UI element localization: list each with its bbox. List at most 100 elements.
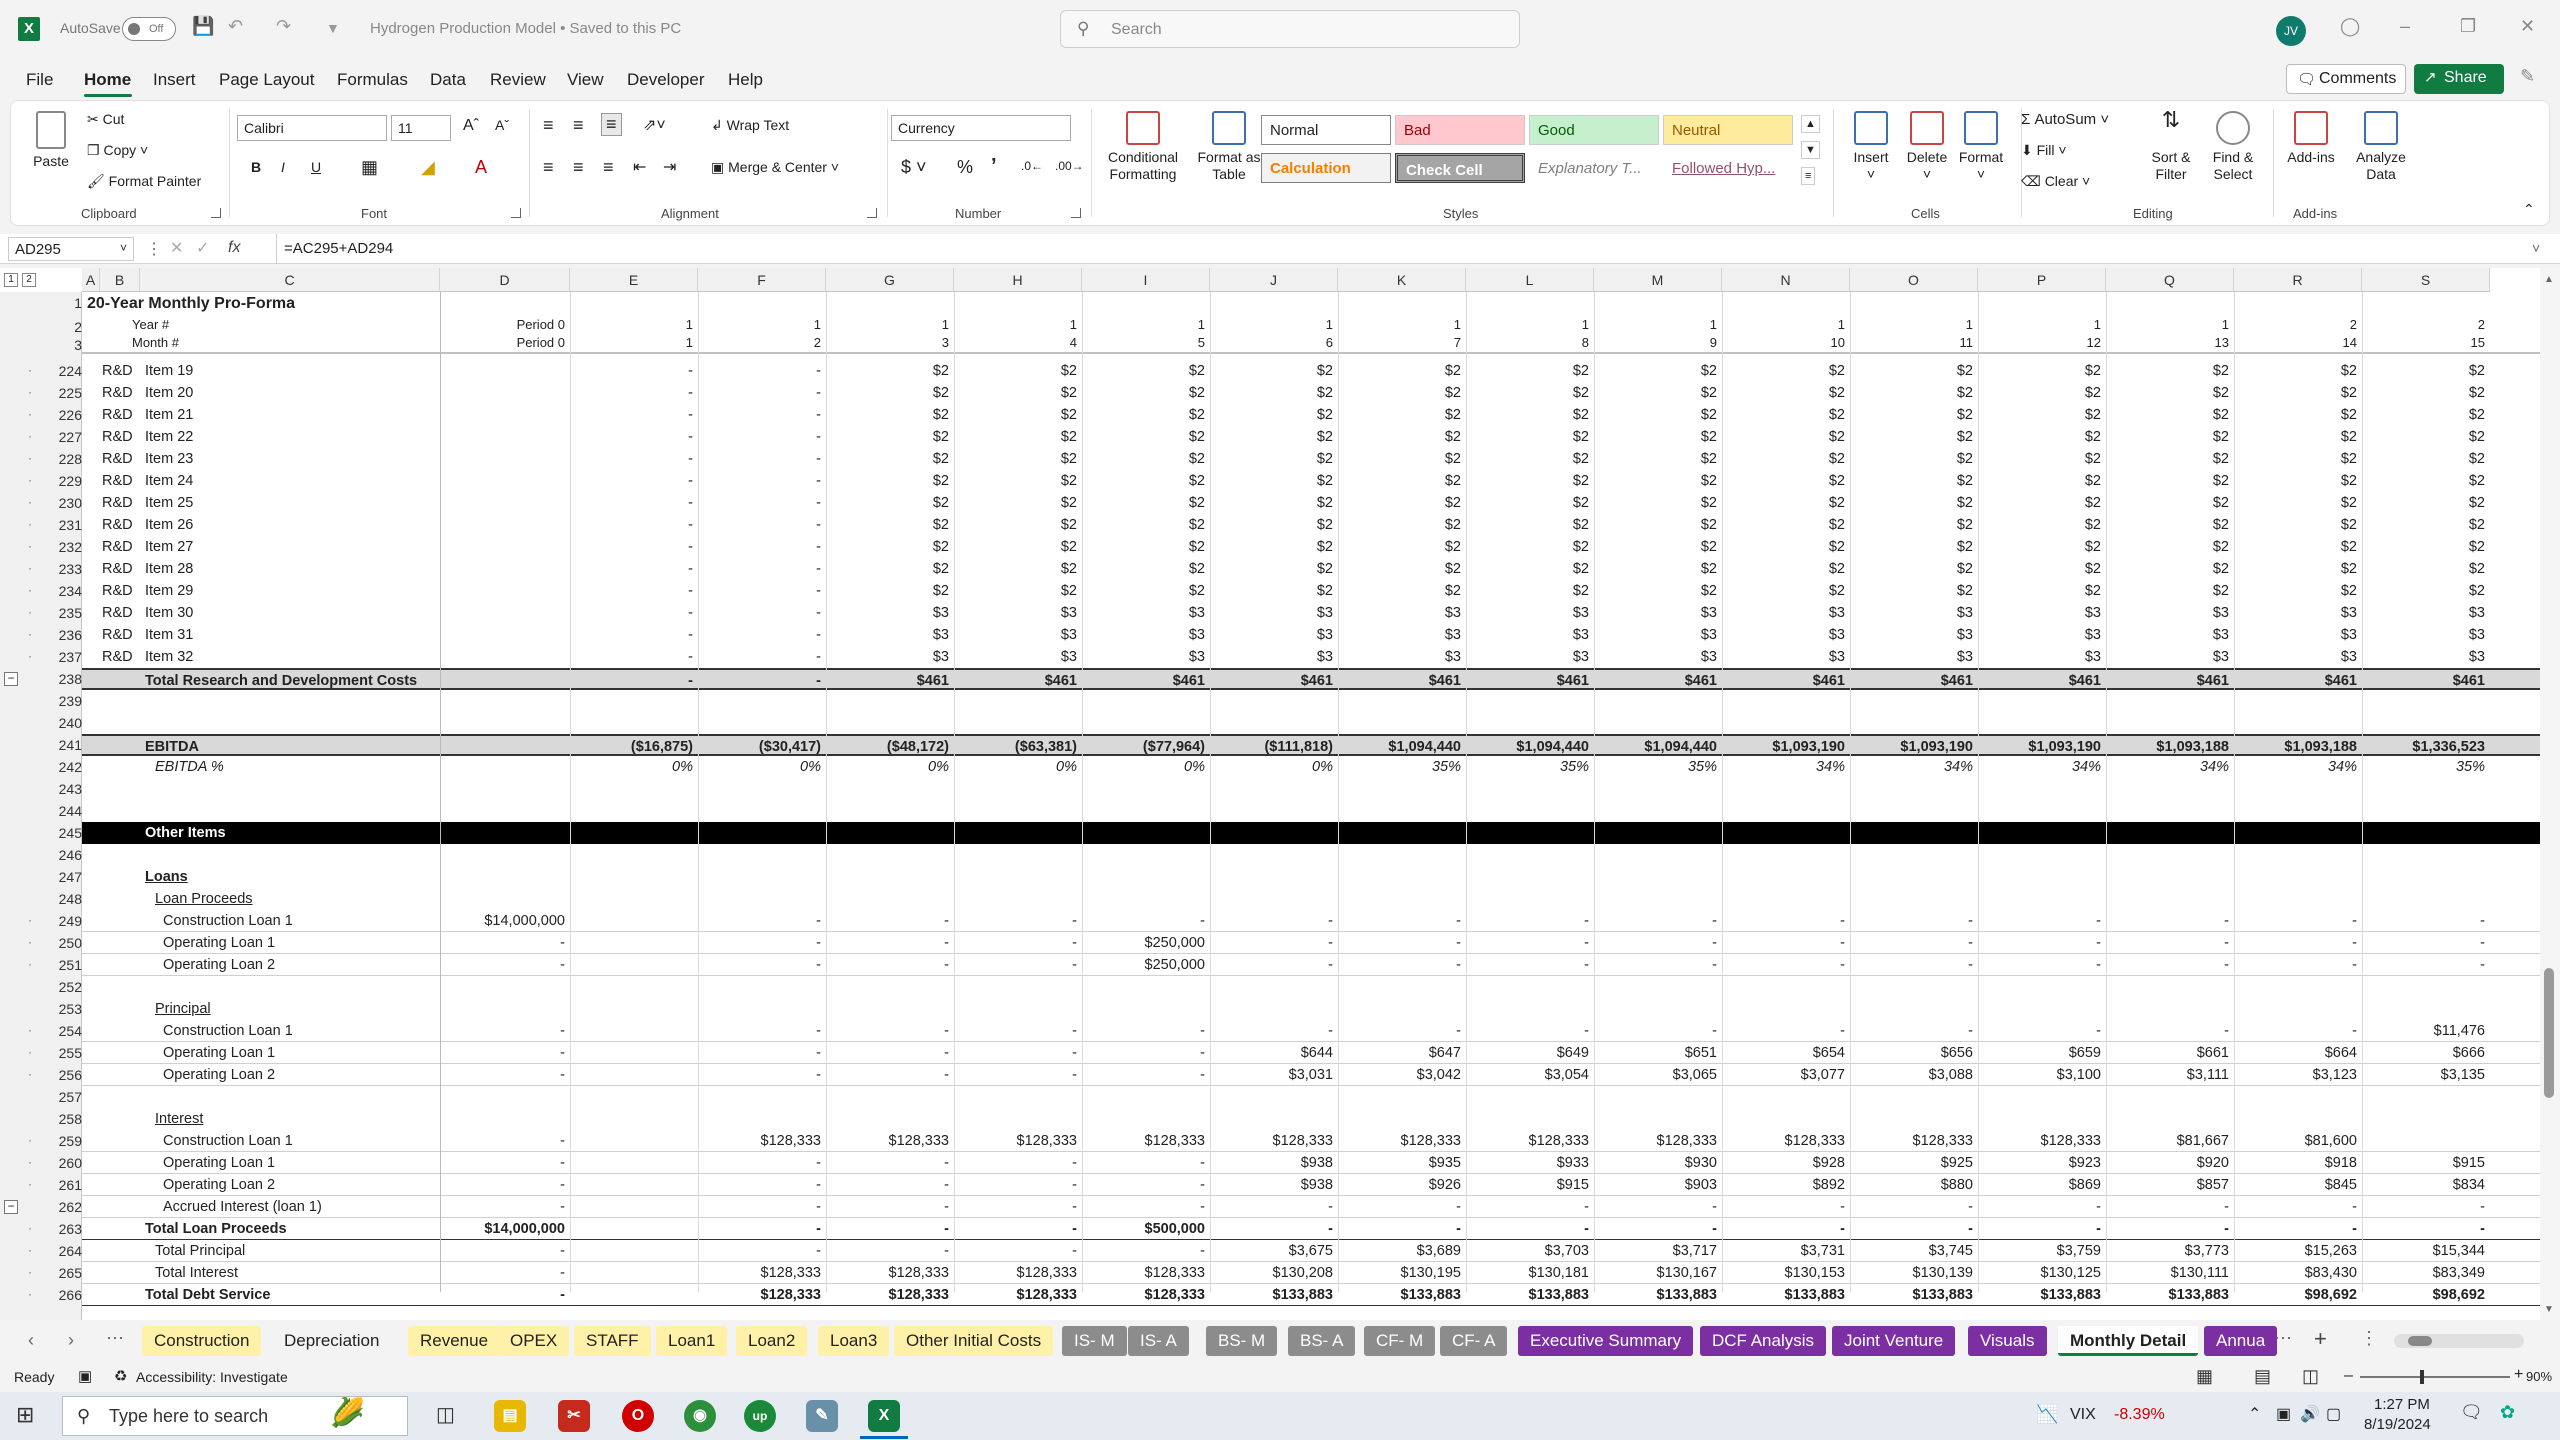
value-cell[interactable]: 35%	[1466, 756, 1594, 778]
value-cell[interactable]: $2	[1722, 426, 1850, 448]
value-cell[interactable]: -	[698, 1174, 826, 1195]
windows-start-icon[interactable]: ⊞	[16, 1402, 34, 1428]
value-cell[interactable]: $1,094,440	[1338, 736, 1466, 755]
period-index-cell[interactable]: 1	[1466, 316, 1594, 334]
row-label[interactable]: Total Principal	[140, 1240, 440, 1261]
value-cell[interactable]: -	[570, 382, 698, 404]
row-header[interactable]: 226	[46, 404, 82, 426]
value-cell[interactable]: $133,883	[1210, 1284, 1338, 1305]
row-header[interactable]: 249	[46, 910, 82, 932]
column-header-b[interactable]: B	[100, 268, 140, 292]
sheet-tab-bs-m[interactable]: BS- M	[1206, 1326, 1278, 1356]
row-label[interactable]: Operating Loan 1	[140, 932, 440, 953]
notifications-icon[interactable]: 🗨	[2460, 1402, 2483, 1423]
value-cell[interactable]: $2	[1722, 580, 1850, 602]
value-cell[interactable]: $2	[826, 426, 954, 448]
value-cell[interactable]: $2	[1850, 470, 1978, 492]
value-cell[interactable]: $2	[1466, 360, 1594, 382]
row-header[interactable]: 238	[46, 668, 82, 690]
value-cell[interactable]: -	[1978, 1196, 2106, 1217]
period-index-cell[interactable]: 2	[2234, 316, 2362, 334]
value-cell[interactable]: $2	[1594, 426, 1722, 448]
value-cell[interactable]: $2	[1978, 382, 2106, 404]
value-cell[interactable]: $2	[2362, 514, 2490, 536]
alignment-launcher-icon[interactable]	[867, 208, 877, 218]
row-header[interactable]: 261	[46, 1174, 82, 1196]
value-cell[interactable]: $461	[1850, 670, 1978, 689]
value-cell[interactable]: $2	[1210, 426, 1338, 448]
value-cell[interactable]: $128,333	[1722, 1130, 1850, 1151]
value-cell[interactable]: ($63,381)	[954, 736, 1082, 755]
value-cell[interactable]: $2	[1210, 558, 1338, 580]
value-cell[interactable]: 35%	[1594, 756, 1722, 778]
value-cell[interactable]: $845	[2234, 1174, 2362, 1195]
value-cell[interactable]: $659	[1978, 1042, 2106, 1063]
copilot-icon[interactable]: ✿	[2500, 1402, 2515, 1423]
value-cell[interactable]: -	[1338, 932, 1466, 953]
minimize-icon[interactable]: –	[2400, 16, 2410, 37]
value-cell[interactable]: $3	[1722, 602, 1850, 624]
value-cell[interactable]: $664	[2234, 1042, 2362, 1063]
category-cell[interactable]: R&D	[100, 382, 140, 404]
category-cell[interactable]: R&D	[100, 624, 140, 646]
value-cell[interactable]: $2	[1466, 558, 1594, 580]
network-icon[interactable]: ▣	[2276, 1404, 2291, 1424]
sheet-options-icon[interactable]: ⋮	[2360, 1328, 2378, 1349]
value-cell[interactable]: $3	[1978, 646, 2106, 668]
value-cell[interactable]: $647	[1338, 1042, 1466, 1063]
category-cell[interactable]: R&D	[100, 580, 140, 602]
value-cell[interactable]: $3,100	[1978, 1064, 2106, 1085]
period-0-label[interactable]: Period 0	[440, 334, 570, 352]
value-cell[interactable]: -	[1338, 1218, 1466, 1239]
value-cell[interactable]: -	[570, 360, 698, 382]
value-cell[interactable]: $2	[1338, 536, 1466, 558]
value-cell[interactable]: -	[570, 670, 698, 689]
category-cell[interactable]: R&D	[100, 470, 140, 492]
value-cell[interactable]: -	[1594, 1020, 1722, 1041]
sheet-tab-visuals[interactable]: Visuals	[1968, 1326, 2047, 1356]
value-cell[interactable]: $98,692	[2234, 1284, 2362, 1305]
value-cell[interactable]: -	[1210, 954, 1338, 975]
value-cell[interactable]: $3	[826, 624, 954, 646]
value-cell[interactable]: -	[2362, 1196, 2490, 1217]
value-cell[interactable]: $3,054	[1466, 1064, 1594, 1085]
enter-icon[interactable]: ✓	[196, 238, 209, 258]
value-cell[interactable]: -	[1466, 1196, 1594, 1217]
row-label[interactable]: Item 32	[140, 646, 440, 668]
value-cell[interactable]: $3	[1466, 624, 1594, 646]
value-cell[interactable]: $3,731	[1722, 1240, 1850, 1261]
value-cell[interactable]: $915	[1466, 1174, 1594, 1195]
value-cell[interactable]: $903	[1594, 1174, 1722, 1195]
value-cell[interactable]: -	[1082, 1174, 1210, 1195]
value-cell[interactable]: -	[570, 624, 698, 646]
value-cell[interactable]: $2	[826, 492, 954, 514]
period-0-value[interactable]: $14,000,000	[440, 1218, 570, 1239]
value-cell[interactable]: $2	[1594, 558, 1722, 580]
align-middle-icon[interactable]: ≡	[573, 115, 584, 136]
category-cell[interactable]: R&D	[100, 426, 140, 448]
row-label[interactable]: Item 22	[140, 426, 440, 448]
display-icon[interactable]: ▢	[2326, 1404, 2341, 1424]
format-cells-button[interactable]: Format ˅	[1953, 111, 2009, 183]
value-cell[interactable]: $2	[1722, 448, 1850, 470]
value-cell[interactable]: $2	[1338, 558, 1466, 580]
value-cell[interactable]: $2	[1082, 558, 1210, 580]
value-cell[interactable]: $2	[1210, 404, 1338, 426]
value-cell[interactable]: -	[1722, 954, 1850, 975]
value-cell[interactable]: $461	[2234, 670, 2362, 689]
period-index-cell[interactable]: 1	[570, 334, 698, 352]
value-cell[interactable]: 0%	[1210, 756, 1338, 778]
value-cell[interactable]: $128,333	[698, 1130, 826, 1151]
row-header[interactable]: 246	[46, 844, 82, 866]
name-box[interactable]: AD295 ˅	[8, 237, 134, 261]
value-cell[interactable]: $461	[1466, 670, 1594, 689]
borders-icon[interactable]: ▦	[361, 157, 378, 178]
value-cell[interactable]: $2	[1594, 580, 1722, 602]
value-cell[interactable]: -	[698, 426, 826, 448]
value-cell[interactable]: $461	[954, 670, 1082, 689]
period-0-value[interactable]: -	[440, 1240, 570, 1261]
value-cell[interactable]: -	[570, 558, 698, 580]
style-calculation[interactable]: Calculation	[1261, 153, 1391, 183]
value-cell[interactable]: $2	[1594, 404, 1722, 426]
value-cell[interactable]: $2	[1210, 448, 1338, 470]
